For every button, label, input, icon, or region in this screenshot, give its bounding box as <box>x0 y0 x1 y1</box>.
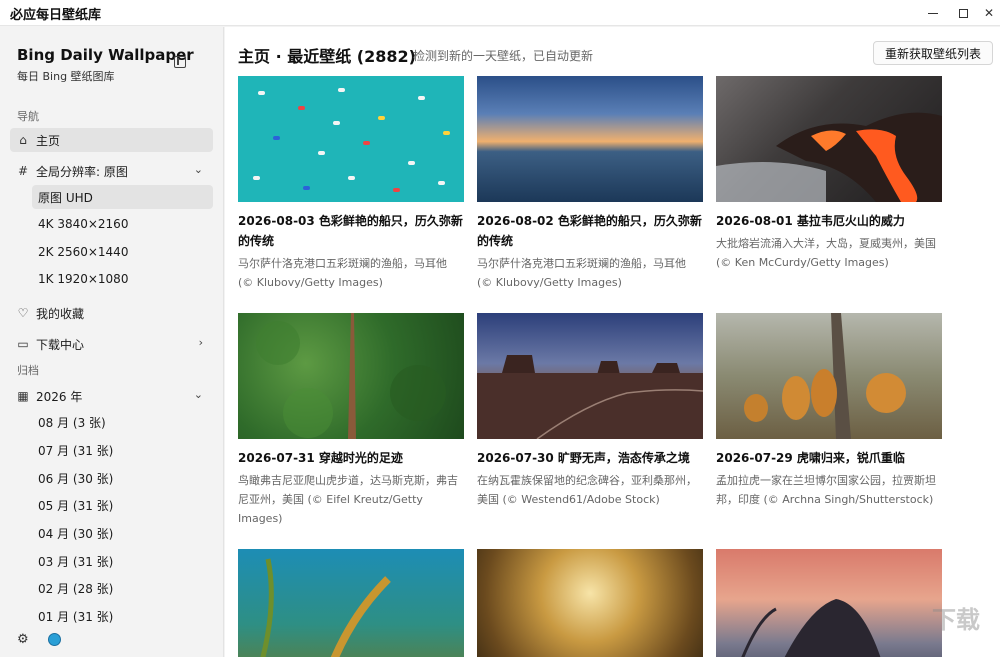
wallpaper-description: 大批熔岩流涌入大洋，大岛，夏威夷州，美国 (© Ken McCurdy/Gett… <box>716 237 936 269</box>
collapse-sidebar-icon[interactable] <box>174 56 186 68</box>
lava-art <box>716 112 942 202</box>
sidebar-item-home[interactable]: ⌂ 主页 <box>10 128 213 152</box>
chevron-down-icon: ⌄ <box>193 388 203 401</box>
option-label: 2K 2560×1440 <box>38 245 129 259</box>
wallpaper-thumbnail[interactable] <box>477 76 703 202</box>
wallpaper-thumbnail[interactable] <box>477 549 703 657</box>
app-name: Bing Daily Wallpaper <box>17 46 194 64</box>
month-label: 05 月 (31 张) <box>38 498 114 513</box>
month-label: 04 月 (30 张) <box>38 526 114 541</box>
option-label: 1K 1920×1080 <box>38 272 129 286</box>
wallpaper-card[interactable] <box>238 549 464 657</box>
heart-icon: ♡ <box>17 306 29 320</box>
mangrove-art <box>741 599 881 657</box>
archive-month-01[interactable]: 01 月 (31 张) <box>32 604 213 628</box>
sidebar-item-downloads[interactable]: ▭ 下载中心 › <box>10 332 213 356</box>
wallpaper-thumbnail[interactable] <box>238 313 464 439</box>
sidebar-item-label: 2026 年 <box>36 389 83 404</box>
sidebar-item-year-2026[interactable]: ▦ 2026 年 ⌄ <box>10 384 213 408</box>
archive-month-03[interactable]: 03 月 (31 张) <box>32 549 213 573</box>
wallpaper-card[interactable]: 2026-08-02 色彩鲜艳的船只，历久弥新的传统 马尔萨什洛克港口五彩斑斓的… <box>477 76 703 292</box>
archive-month-02[interactable]: 02 月 (28 张) <box>32 576 213 600</box>
sidebar-item-label: 全局分辨率: 原图 <box>36 164 128 179</box>
wallpaper-card[interactable]: 2026-07-31 穿越时光的足迹 鸟瞰弗吉尼亚爬山虎步道，达马斯克斯，弗吉尼… <box>238 313 464 528</box>
resolution-option-2k[interactable]: 2K 2560×1440 <box>32 240 213 264</box>
wallpaper-title: 2026-08-02 色彩鲜艳的船只，历久弥新的传统 <box>477 214 702 248</box>
main-content: 主页 · 最近壁纸 (2882) 检测到新的一天壁纸，已自动更新 重新获取壁纸列… <box>225 27 1000 657</box>
minimize-button[interactable] <box>916 0 950 26</box>
month-label: 08 月 (3 张) <box>38 415 106 430</box>
month-label: 02 月 (28 张) <box>38 581 114 596</box>
grid-icon: # <box>17 164 29 178</box>
sidebar-item-label: 下载中心 <box>36 337 85 352</box>
sidebar-item-resolution[interactable]: # 全局分辨率: 原图 ⌄ <box>10 159 213 183</box>
minimize-icon <box>928 12 938 14</box>
forest-art <box>256 313 446 439</box>
close-icon: ✕ <box>983 6 995 20</box>
archive-month-06[interactable]: 06 月 (30 张) <box>32 466 213 490</box>
update-status: 检测到新的一天壁纸，已自动更新 <box>413 49 594 63</box>
wallpaper-thumbnail[interactable] <box>716 76 942 202</box>
wallpaper-thumbnail[interactable] <box>477 313 703 439</box>
archive-month-07[interactable]: 07 月 (31 张) <box>32 438 213 462</box>
wallpaper-card[interactable] <box>716 549 942 657</box>
app-subtitle: 每日 Bing 壁纸图库 <box>17 70 115 83</box>
chevron-down-icon: ⌄ <box>193 163 203 176</box>
wallpaper-title: 2026-07-30 旷野无声，浩态传承之境 <box>477 451 690 465</box>
wallpaper-card[interactable]: 2026-07-30 旷野无声，浩态传承之境 在纳瓦霍族保留地的纪念碑谷，亚利桑… <box>477 313 703 509</box>
globe-icon[interactable] <box>48 633 61 646</box>
refresh-wallpapers-button[interactable]: 重新获取壁纸列表 <box>873 41 993 65</box>
gear-icon[interactable]: ⚙ <box>17 632 29 647</box>
wallpaper-thumbnail[interactable] <box>238 76 464 202</box>
month-label: 01 月 (31 张) <box>38 609 114 624</box>
resolution-option-1k[interactable]: 1K 1920×1080 <box>32 267 213 291</box>
close-button[interactable]: ✕ <box>972 0 1000 26</box>
home-icon: ⌂ <box>19 133 27 147</box>
wallpaper-description: 马尔萨什洛克港口五彩斑斓的渔船，马耳他 (© Klubovy/Getty Ima… <box>238 257 447 289</box>
resolution-option-4k[interactable]: 4K 3840×2160 <box>32 212 213 236</box>
window-title: 必应每日壁纸库 <box>10 8 102 23</box>
archive-month-08[interactable]: 08 月 (3 张) <box>32 410 213 434</box>
wallpaper-title: 2026-07-29 虎啸归来，锐爪重临 <box>716 451 905 465</box>
tigers-art <box>744 313 906 439</box>
maximize-icon <box>958 8 968 18</box>
wallpaper-card[interactable] <box>477 549 703 657</box>
wallpaper-description: 孟加拉虎一家在兰坦博尔国家公园，拉贾斯坦邦，印度 (© Archna Singh… <box>716 474 936 506</box>
wallpaper-card[interactable]: 2026-07-29 虎啸归来，锐爪重临 孟加拉虎一家在兰坦博尔国家公园，拉贾斯… <box>716 313 942 509</box>
sidebar-item-favorites[interactable]: ♡ 我的收藏 <box>10 301 213 325</box>
month-label: 07 月 (31 张) <box>38 443 114 458</box>
folder-icon: ▭ <box>17 337 29 351</box>
wallpaper-title: 2026-08-03 色彩鲜艳的船只，历久弥新的传统 <box>238 214 463 248</box>
month-label: 06 月 (30 张) <box>38 471 114 486</box>
sidebar-item-label: 主页 <box>36 133 61 148</box>
archive-month-05[interactable]: 05 月 (31 张) <box>32 493 213 517</box>
kelp-art <box>260 558 391 657</box>
resolution-option-uhd[interactable]: 原图 UHD <box>32 185 213 209</box>
wallpaper-thumbnail[interactable] <box>716 549 942 657</box>
wallpaper-card[interactable]: 2026-08-01 基拉韦厄火山的威力 大批熔岩流涌入大洋，大岛，夏威夷州，美… <box>716 76 942 272</box>
option-label: 原图 UHD <box>38 190 93 205</box>
wallpaper-thumbnail[interactable] <box>238 549 464 657</box>
desert-art <box>477 355 703 439</box>
wallpaper-card[interactable]: 2026-08-03 色彩鲜艳的船只，历久弥新的传统 马尔萨什洛克港口五彩斑斓的… <box>238 76 464 292</box>
sidebar: Bing Daily Wallpaper 每日 Bing 壁纸图库 导航 ⌂ 主… <box>0 27 224 657</box>
wallpaper-description: 在纳瓦霍族保留地的纪念碑谷，亚利桑那州，美国 (© Westend61/Adob… <box>477 474 697 506</box>
wallpaper-title: 2026-08-01 基拉韦厄火山的威力 <box>716 214 905 228</box>
chevron-right-icon: › <box>198 336 203 349</box>
sidebar-item-label: 我的收藏 <box>36 306 85 321</box>
option-label: 4K 3840×2160 <box>38 217 129 231</box>
nav-section-label: 导航 <box>17 110 39 123</box>
wallpaper-title: 2026-07-31 穿越时光的足迹 <box>238 451 403 465</box>
calendar-icon: ▦ <box>17 389 29 403</box>
page-title: 主页 · 最近壁纸 (2882) <box>238 47 416 66</box>
month-label: 03 月 (31 张) <box>38 554 114 569</box>
wallpaper-description: 鸟瞰弗吉尼亚爬山虎步道，达马斯克斯，弗吉尼亚州，美国 (© Eifel Kreu… <box>238 474 458 525</box>
wallpaper-description: 马尔萨什洛克港口五彩斑斓的渔船，马耳他 (© Klubovy/Getty Ima… <box>477 257 686 289</box>
archive-section-label: 归档 <box>17 364 39 377</box>
wallpaper-thumbnail[interactable] <box>716 313 942 439</box>
watermark: 下载 <box>932 606 980 634</box>
archive-month-04[interactable]: 04 月 (30 张) <box>32 521 213 545</box>
title-bar: 必应每日壁纸库 ✕ <box>0 0 1000 26</box>
